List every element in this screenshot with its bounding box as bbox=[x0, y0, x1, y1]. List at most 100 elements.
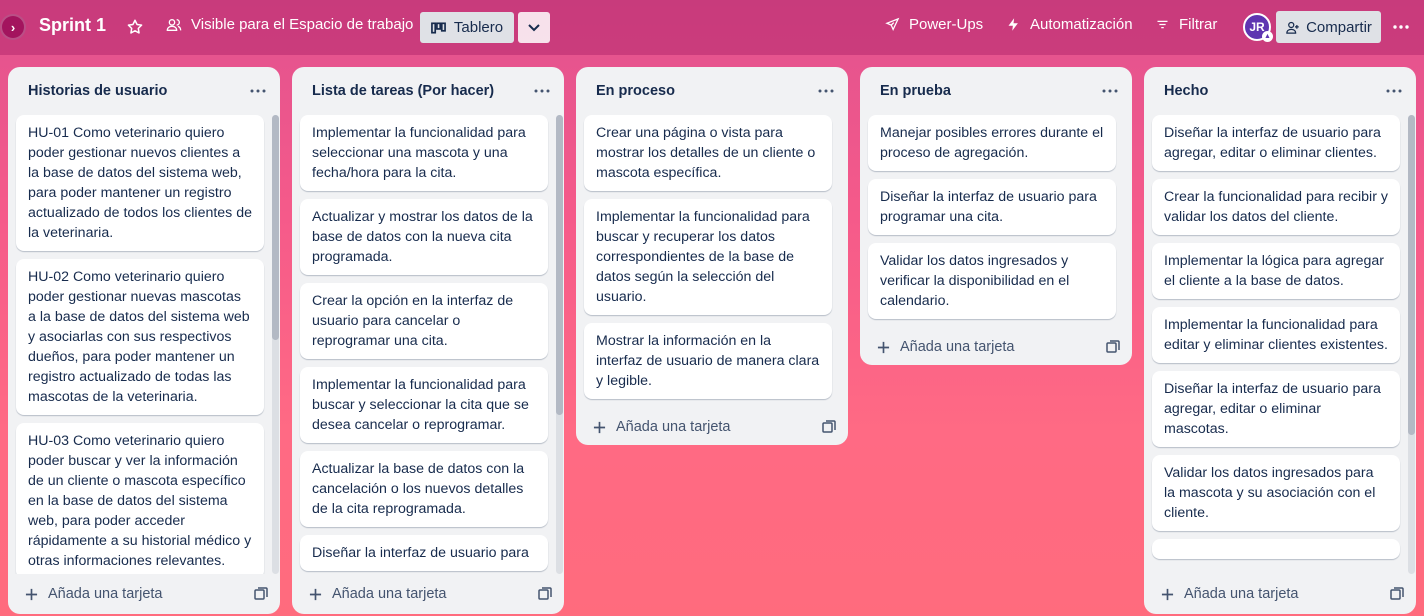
plus-icon bbox=[1161, 588, 1174, 600]
list-footer: Añada una tarjeta bbox=[1144, 574, 1416, 614]
card[interactable]: Implementar la lógica para agregar el cl… bbox=[1152, 243, 1400, 299]
automation-label: Automatización bbox=[1030, 16, 1133, 33]
filter-icon bbox=[1157, 20, 1168, 29]
admin-badge-icon: ▲ bbox=[1262, 31, 1273, 42]
card[interactable]: Implementar la funcionalidad para buscar… bbox=[300, 367, 548, 443]
filter-button[interactable]: Filtrar bbox=[1155, 16, 1217, 33]
add-card-button[interactable]: Añada una tarjeta bbox=[877, 339, 1014, 355]
card[interactable]: Implementar la funcionalidad para buscar… bbox=[584, 199, 832, 315]
chevron-down-icon bbox=[528, 23, 540, 31]
list-menu-icon[interactable] bbox=[816, 84, 836, 98]
plus-icon bbox=[309, 588, 322, 600]
template-icon[interactable] bbox=[1390, 587, 1404, 601]
card[interactable]: Crear la funcionalidad para recibir y va… bbox=[1152, 179, 1400, 235]
card-list: HU-01 Como veterinario quiero poder gest… bbox=[8, 115, 280, 574]
share-label: Compartir bbox=[1306, 18, 1372, 36]
list-tareas-por-hacer: Lista de tareas (Por hacer) Implementar … bbox=[292, 67, 564, 614]
card[interactable]: Validar los datos ingresados y verificar… bbox=[868, 243, 1116, 319]
powerups-button[interactable]: Power-Ups bbox=[885, 16, 983, 33]
list-title[interactable]: En prueba bbox=[880, 83, 951, 99]
view-switcher-button[interactable] bbox=[518, 12, 550, 43]
list-title[interactable]: Historias de usuario bbox=[28, 83, 167, 99]
automation-button[interactable]: Automatización bbox=[1006, 16, 1133, 33]
board-view-button[interactable]: Tablero bbox=[420, 12, 514, 43]
board-header: › Sprint 1 Visible para el Espacio de tr… bbox=[0, 0, 1424, 55]
scrollbar[interactable] bbox=[556, 115, 563, 574]
card-list: Crear una página o vista para mostrar lo… bbox=[576, 115, 848, 399]
list-hecho: Hecho Diseñar la interfaz de usuario par… bbox=[1144, 67, 1416, 614]
visibility-label: Visible para el Espacio de trabajo bbox=[191, 16, 414, 33]
card[interactable]: Mostrar la información en la interfaz de… bbox=[584, 323, 832, 399]
list-footer: Añada una tarjeta bbox=[292, 574, 564, 614]
plus-icon bbox=[593, 421, 606, 433]
card[interactable]: Crear la opción en la interfaz de usuari… bbox=[300, 283, 548, 359]
list-historias-de-usuario: Historias de usuario HU-01 Como veterina… bbox=[8, 67, 280, 614]
visibility-button[interactable]: Visible para el Espacio de trabajo bbox=[166, 16, 413, 33]
add-card-button[interactable]: Añada una tarjeta bbox=[309, 586, 446, 602]
star-icon[interactable] bbox=[126, 18, 144, 36]
add-card-label: Añada una tarjeta bbox=[616, 419, 731, 435]
card[interactable]: Implementar la funcionalidad para editar… bbox=[1152, 307, 1400, 363]
member-avatar[interactable]: JR ▲ bbox=[1243, 13, 1273, 42]
plus-icon bbox=[877, 341, 890, 353]
list-title[interactable]: En proceso bbox=[596, 83, 675, 99]
add-card-label: Añada una tarjeta bbox=[48, 586, 163, 602]
list-title[interactable]: Lista de tareas (Por hacer) bbox=[312, 83, 494, 99]
add-card-label: Añada una tarjeta bbox=[1184, 586, 1299, 602]
list-header: En prueba bbox=[860, 67, 1132, 115]
scrollbar-thumb[interactable] bbox=[1408, 115, 1415, 435]
share-button[interactable]: Compartir bbox=[1276, 11, 1381, 43]
card[interactable]: HU-01 Como veterinario quiero poder gest… bbox=[16, 115, 264, 251]
card[interactable]: Diseñar la interfaz de usuario para prog… bbox=[868, 179, 1116, 235]
scrollbar-thumb[interactable] bbox=[556, 115, 563, 415]
list-header: Hecho bbox=[1144, 67, 1416, 115]
filter-label: Filtrar bbox=[1179, 16, 1218, 33]
card[interactable]: Actualizar y mostrar los datos de la bas… bbox=[300, 199, 548, 275]
template-icon[interactable] bbox=[254, 587, 268, 601]
card[interactable]: HU-02 Como veterinario quiero poder gest… bbox=[16, 259, 264, 415]
card[interactable]: Implementar la funcionalidad para selecc… bbox=[300, 115, 548, 191]
more-options-icon[interactable] bbox=[1392, 18, 1410, 36]
add-card-button[interactable]: Añada una tarjeta bbox=[1161, 586, 1298, 602]
card[interactable]: Validar los datos ingresados para la mas… bbox=[1152, 455, 1400, 531]
scrollbar[interactable] bbox=[272, 115, 279, 574]
list-footer: Añada una tarjeta bbox=[860, 327, 1132, 365]
add-card-button[interactable]: Añada una tarjeta bbox=[593, 419, 730, 435]
scrollbar[interactable] bbox=[1408, 115, 1415, 574]
lightning-icon bbox=[1008, 18, 1018, 31]
card-list: Manejar posibles errores durante el proc… bbox=[860, 115, 1132, 319]
card[interactable]: Diseñar la interfaz de usuario para bbox=[300, 535, 548, 571]
template-icon[interactable] bbox=[538, 587, 552, 601]
list-en-proceso: En proceso Crear una página o vista para… bbox=[576, 67, 848, 445]
board-view-label: Tablero bbox=[453, 19, 504, 36]
card[interactable]: HU-03 Como veterinario quiero poder busc… bbox=[16, 423, 264, 574]
expand-sidebar-button[interactable]: › bbox=[0, 14, 26, 40]
list-menu-icon[interactable] bbox=[248, 84, 268, 98]
powerups-label: Power-Ups bbox=[909, 16, 984, 33]
template-icon[interactable] bbox=[822, 420, 836, 434]
add-card-button[interactable]: Añada una tarjeta bbox=[25, 586, 162, 602]
card[interactable]: Diseñar la interfaz de usuario para agre… bbox=[1152, 371, 1400, 447]
scrollbar-thumb[interactable] bbox=[272, 115, 279, 340]
add-card-label: Añada una tarjeta bbox=[332, 586, 447, 602]
list-footer: Añada una tarjeta bbox=[576, 407, 848, 445]
card[interactable]: Diseñar la interfaz de usuario para agre… bbox=[1152, 115, 1400, 171]
list-menu-icon[interactable] bbox=[532, 84, 552, 98]
card-list: Implementar la funcionalidad para selecc… bbox=[292, 115, 564, 574]
list-header: Lista de tareas (Por hacer) bbox=[292, 67, 564, 115]
template-icon[interactable] bbox=[1106, 340, 1120, 354]
card-partial[interactable] bbox=[1152, 539, 1400, 559]
list-menu-icon[interactable] bbox=[1100, 84, 1120, 98]
list-footer: Añada una tarjeta bbox=[8, 574, 280, 614]
plus-icon bbox=[25, 588, 38, 600]
add-person-icon bbox=[1286, 21, 1299, 34]
list-title[interactable]: Hecho bbox=[1164, 83, 1208, 99]
list-header: En proceso bbox=[576, 67, 848, 115]
card[interactable]: Actualizar la base de datos con la cance… bbox=[300, 451, 548, 527]
card[interactable]: Crear una página o vista para mostrar lo… bbox=[584, 115, 832, 191]
list-en-prueba: En prueba Manejar posibles errores duran… bbox=[860, 67, 1132, 365]
card[interactable]: Manejar posibles errores durante el proc… bbox=[868, 115, 1116, 171]
list-menu-icon[interactable] bbox=[1384, 84, 1404, 98]
board-title[interactable]: Sprint 1 bbox=[39, 15, 106, 36]
people-icon bbox=[166, 18, 182, 31]
